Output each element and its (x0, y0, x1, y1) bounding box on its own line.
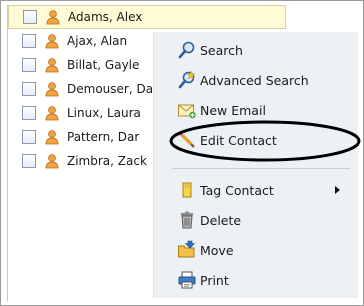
person-icon (45, 154, 59, 169)
pencil-icon (178, 131, 195, 148)
trash-icon (181, 211, 193, 229)
context-menu: Search Advanced Search New Email Edit Co… (153, 32, 358, 298)
move-folder-icon (178, 240, 196, 258)
contact-row[interactable]: Adams, Alex (8, 5, 286, 29)
menu-item-print[interactable]: Print (154, 268, 358, 292)
person-icon (45, 130, 59, 145)
tag-icon (182, 182, 192, 198)
person-icon (45, 58, 59, 73)
menu-item-new-email[interactable]: New Email (154, 98, 358, 122)
contact-name: Billat, Gayle (67, 58, 140, 72)
menu-item-delete[interactable]: Delete (154, 208, 358, 232)
menu-item-move[interactable]: Move (154, 238, 358, 262)
row-checkbox[interactable] (22, 154, 36, 168)
magnifier-icon (178, 41, 195, 59)
advanced-search-icon (178, 70, 196, 89)
person-icon (45, 34, 59, 49)
menu-item-search[interactable]: Search (154, 38, 358, 62)
menu-divider (172, 168, 350, 169)
person-icon (45, 82, 59, 97)
contact-name: Pattern, Dar (67, 130, 140, 144)
row-checkbox[interactable] (22, 130, 36, 144)
contact-name: Linux, Laura (67, 106, 141, 120)
contact-name: Zimbra, Zack (67, 154, 147, 168)
person-icon (46, 10, 60, 25)
row-checkbox[interactable] (23, 10, 37, 24)
row-checkbox[interactable] (22, 82, 36, 96)
printer-icon (178, 271, 196, 289)
contacts-window: Adams, Alex Ajax, Alan Billat, Gayle Dem… (0, 0, 364, 306)
row-checkbox[interactable] (22, 34, 36, 48)
person-icon (45, 106, 59, 121)
row-checkbox[interactable] (22, 106, 36, 120)
menu-item-edit-contact[interactable]: Edit Contact (154, 128, 358, 152)
contact-name: Ajax, Alan (67, 34, 128, 48)
menu-item-advanced-search[interactable]: Advanced Search (154, 68, 358, 92)
contact-name: Adams, Alex (68, 10, 143, 24)
row-checkbox[interactable] (22, 58, 36, 72)
submenu-arrow-icon (335, 186, 340, 194)
menu-item-tag-contact[interactable]: Tag Contact (154, 178, 358, 202)
new-email-icon (178, 104, 196, 119)
contact-name: Demouser, Da (67, 82, 154, 96)
